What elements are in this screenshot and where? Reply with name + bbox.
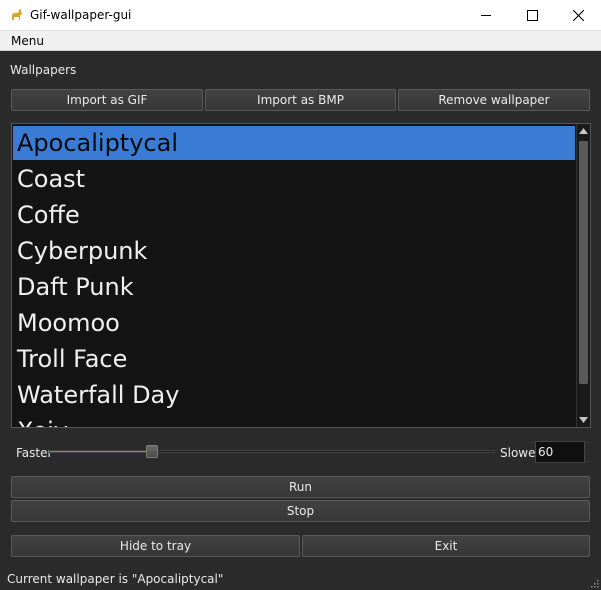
app-icon [12,9,22,20]
exit-button[interactable]: Exit [302,535,590,557]
list-item[interactable]: Coffe [13,198,575,232]
wallpapers-label: Wallpapers [10,63,77,77]
list-item[interactable]: Daft Punk [13,270,575,304]
title-bar: Gif-wallpaper-gui [0,0,601,31]
list-item[interactable]: Waterfall Day [13,378,575,412]
scroll-down-icon[interactable] [579,417,588,423]
maximize-icon [526,10,538,21]
close-icon [572,10,584,21]
speed-value-input[interactable]: 60 [535,441,585,463]
list-scrollbar[interactable] [576,124,590,427]
maximize-button[interactable] [509,0,555,31]
window-title: Gif-wallpaper-gui [30,8,132,22]
wallpaper-list[interactable]: Apocaliptycal Coast Coffe Cyberpunk Daft… [11,123,591,428]
list-item[interactable]: Xeiv [13,414,575,427]
remove-wallpaper-button[interactable]: Remove wallpaper [398,89,590,111]
import-gif-button[interactable]: Import as GIF [11,89,203,111]
menu-bar: Menu [0,31,601,51]
hide-to-tray-button[interactable]: Hide to tray [11,535,300,557]
status-text: Current wallpaper is "Apocaliptycal" [7,572,224,586]
list-item[interactable]: Moomoo [13,306,575,340]
run-button[interactable]: Run [11,476,590,498]
list-item[interactable]: Apocaliptycal [13,126,575,160]
list-item[interactable]: Coast [13,162,575,196]
menu-item-menu[interactable]: Menu [11,34,44,48]
scroll-thumb[interactable] [579,141,588,384]
speed-slider[interactable] [49,450,495,453]
stop-button[interactable]: Stop [11,500,590,522]
list-item[interactable]: Cyberpunk [13,234,575,268]
close-button[interactable] [555,0,601,31]
resize-grip-icon[interactable] [589,578,599,588]
scroll-up-icon[interactable] [579,128,588,134]
import-bmp-button[interactable]: Import as BMP [205,89,396,111]
minimize-button[interactable] [463,0,509,31]
minimize-icon [480,15,491,16]
speed-slider-fill [50,451,153,452]
faster-label: Faster [16,446,53,460]
list-item[interactable]: Troll Face [13,342,575,376]
speed-slider-handle[interactable] [146,445,158,458]
